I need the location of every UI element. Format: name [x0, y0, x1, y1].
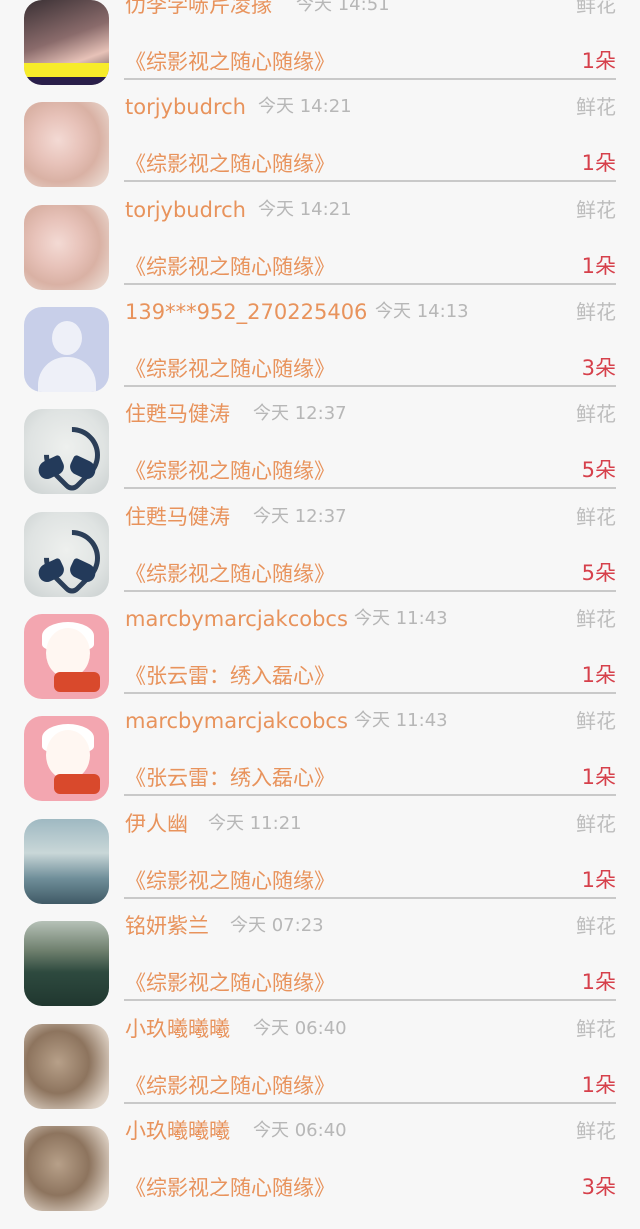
row-divider [124, 590, 616, 592]
book-title[interactable]: 《综影视之随心随缘》 [125, 559, 335, 589]
book-title[interactable]: 《综影视之随心随缘》 [125, 252, 335, 282]
gift-type: 鲜花 [576, 1017, 616, 1041]
row-divider [124, 180, 616, 182]
book-title[interactable]: 《综影视之随心随缘》 [125, 866, 335, 896]
user-name[interactable]: 住甦马健涛 [125, 397, 230, 431]
gift-count: 1朵 [581, 1073, 616, 1097]
gift-count: 3朵 [581, 356, 616, 380]
default-avatar[interactable] [24, 307, 109, 392]
user-name[interactable]: marcbymarcjakcobcs [125, 704, 348, 738]
gift-type: 鲜花 [576, 812, 616, 836]
row-divider [124, 897, 616, 899]
timestamp: 今天 14:21 [258, 96, 352, 117]
book-title[interactable]: 《综影视之随心随缘》 [125, 354, 335, 384]
gift-count: 3朵 [581, 1175, 616, 1199]
gift-count: 5朵 [581, 458, 616, 482]
list-item[interactable]: torjybudrch 今天 14:21 鲜花 《综影视之随心随缘》 1朵 [0, 198, 640, 308]
user-name[interactable]: 仂李学哧芹凌掾 [125, 0, 272, 22]
anime-avatar[interactable] [24, 614, 109, 699]
bear-avatar[interactable] [24, 1024, 109, 1109]
book-title[interactable]: 《张云雷：绣入磊心》 [125, 661, 335, 691]
lady-avatar[interactable] [24, 0, 109, 85]
anime-avatar[interactable] [24, 716, 109, 801]
gift-type: 鲜花 [576, 607, 616, 631]
timestamp: 今天 07:23 [230, 915, 324, 936]
list-item[interactable]: 铭妍紫兰 今天 07:23 鲜花 《综影视之随心随缘》 1朵 [0, 914, 640, 1024]
misty-avatar[interactable] [24, 819, 109, 904]
list-item[interactable]: marcbymarcjakcobcs 今天 11:43 鲜花 《张云雷：绣入磊心… [0, 709, 640, 819]
gift-type: 鲜花 [576, 505, 616, 529]
list-item[interactable]: torjybudrch 今天 14:21 鲜花 《综影视之随心随缘》 1朵 [0, 95, 640, 205]
timestamp: 今天 14:21 [258, 199, 352, 220]
book-title[interactable]: 《综影视之随心随缘》 [125, 149, 335, 179]
list-item[interactable]: marcbymarcjakcobcs 今天 11:43 鲜花 《张云雷：绣入磊心… [0, 607, 640, 717]
list-item[interactable]: 住甦马健涛 今天 12:37 鲜花 《综影视之随心随缘》 5朵 [0, 402, 640, 512]
user-name[interactable]: 伊人幽 [125, 807, 188, 841]
list-item[interactable]: 小玖曦曦曦 今天 06:40 鲜花 《综影视之随心随缘》 3朵 [0, 1119, 640, 1229]
flower-avatar[interactable] [24, 102, 109, 187]
flower-avatar[interactable] [24, 205, 109, 290]
book-title[interactable]: 《综影视之随心随缘》 [125, 1071, 335, 1101]
gift-type: 鲜花 [576, 709, 616, 733]
list-item[interactable]: 仂李学哧芹凌掾 今天 14:51 鲜花 《综影视之随心随缘》 1朵 [0, 0, 640, 103]
timestamp: 今天 06:40 [253, 1120, 347, 1141]
timestamp: 今天 12:37 [253, 506, 347, 527]
book-title[interactable]: 《综影视之随心随缘》 [125, 47, 335, 77]
user-name[interactable]: 小玖曦曦曦 [125, 1012, 230, 1046]
gift-count: 1朵 [581, 151, 616, 175]
gift-count: 1朵 [581, 663, 616, 687]
gift-type: 鲜花 [576, 300, 616, 324]
shoes-avatar[interactable] [24, 409, 109, 494]
gift-count: 1朵 [581, 765, 616, 789]
book-title[interactable]: 《综影视之随心随缘》 [125, 1173, 335, 1203]
gift-type: 鲜花 [576, 402, 616, 426]
gift-count: 1朵 [581, 254, 616, 278]
row-divider [124, 999, 616, 1001]
row-divider [124, 78, 616, 80]
user-name[interactable]: 铭妍紫兰 [125, 909, 209, 943]
timestamp: 今天 14:51 [296, 0, 390, 15]
gift-type: 鲜花 [576, 914, 616, 938]
user-name[interactable]: torjybudrch [125, 90, 246, 124]
list-item[interactable]: 住甦马健涛 今天 12:37 鲜花 《综影视之随心随缘》 5朵 [0, 505, 640, 615]
row-divider [124, 487, 616, 489]
gift-count: 1朵 [581, 49, 616, 73]
row-divider [124, 1102, 616, 1104]
lake-avatar[interactable] [24, 921, 109, 1006]
book-title[interactable]: 《综影视之随心随缘》 [125, 968, 335, 998]
gift-record-list: 仂李学哧芹凌掾 今天 14:51 鲜花 《综影视之随心随缘》 1朵 torjyb… [0, 0, 640, 1211]
bear-avatar[interactable] [24, 1126, 109, 1211]
timestamp: 今天 11:21 [208, 813, 302, 834]
timestamp: 今天 11:43 [354, 608, 448, 629]
gift-type: 鲜花 [576, 198, 616, 222]
timestamp: 今天 06:40 [253, 1018, 347, 1039]
timestamp: 今天 11:43 [354, 710, 448, 731]
user-name[interactable]: marcbymarcjakcobcs [125, 602, 348, 636]
gift-count: 1朵 [581, 868, 616, 892]
gift-type: 鲜花 [576, 1119, 616, 1143]
row-divider [124, 692, 616, 694]
shoes-avatar[interactable] [24, 512, 109, 597]
user-name[interactable]: 住甦马健涛 [125, 500, 230, 534]
user-name[interactable]: 小玖曦曦曦 [125, 1114, 230, 1148]
row-divider [124, 283, 616, 285]
list-item[interactable]: 139***952_270225406 今天 14:13 鲜花 《综影视之随心随… [0, 300, 640, 410]
gift-type: 鲜花 [576, 0, 616, 17]
row-divider [124, 385, 616, 387]
gift-count: 1朵 [581, 970, 616, 994]
gift-type: 鲜花 [576, 95, 616, 119]
gift-count: 5朵 [581, 561, 616, 585]
user-name[interactable]: torjybudrch [125, 193, 246, 227]
timestamp: 今天 12:37 [253, 403, 347, 424]
list-item[interactable]: 伊人幽 今天 11:21 鲜花 《综影视之随心随缘》 1朵 [0, 812, 640, 922]
user-name[interactable]: 139***952_270225406 [125, 295, 367, 329]
book-title[interactable]: 《张云雷：绣入磊心》 [125, 763, 335, 793]
book-title[interactable]: 《综影视之随心随缘》 [125, 456, 335, 486]
timestamp: 今天 14:13 [375, 301, 469, 322]
list-item[interactable]: 小玖曦曦曦 今天 06:40 鲜花 《综影视之随心随缘》 1朵 [0, 1017, 640, 1127]
row-divider [124, 794, 616, 796]
